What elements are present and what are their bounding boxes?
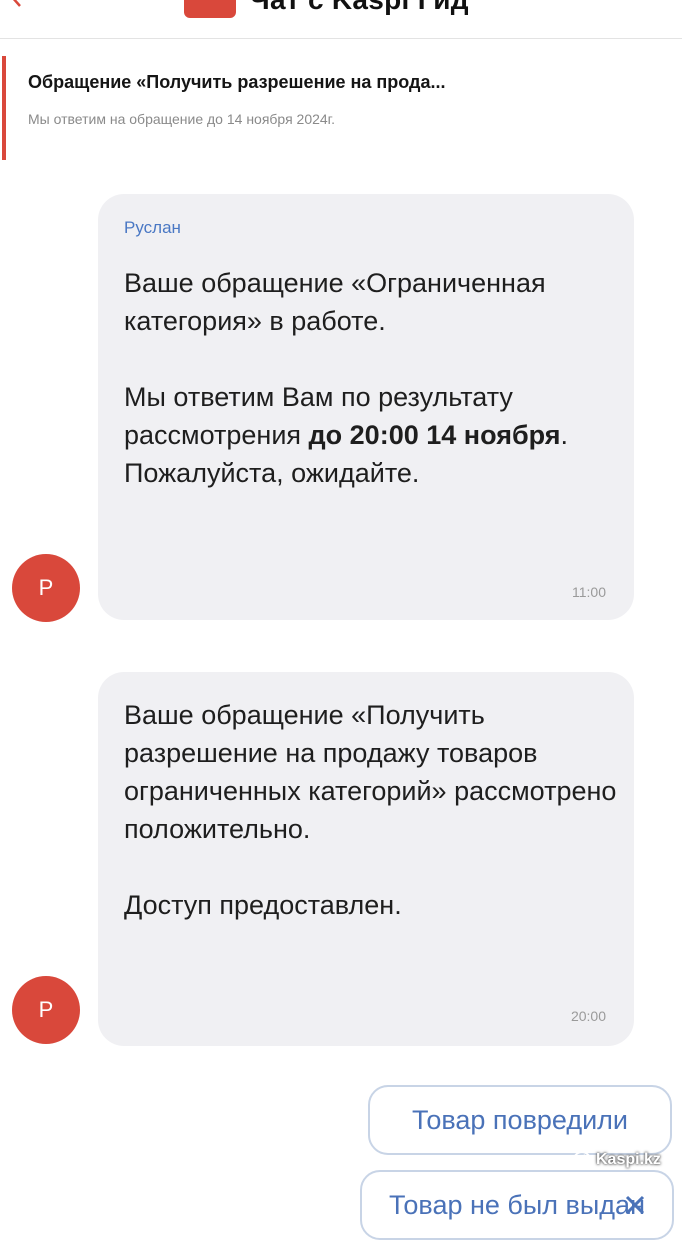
- quick-reply-label: Товар не был выдан: [389, 1189, 645, 1220]
- kaspi-watermark: Kaspi.kz: [572, 1150, 661, 1170]
- message-paragraph: Ваше обращение «Получить разрешение на п…: [124, 700, 617, 844]
- watermark-text: Kaspi.kz: [596, 1151, 661, 1168]
- message-paragraph: Ваше обращение «Ограниченная категория» …: [124, 268, 546, 336]
- message-text: Ваше обращение «Ограниченная категория» …: [124, 264, 624, 492]
- message-paragraph: Мы ответим Вам по результату рассмотрени…: [124, 382, 569, 450]
- message-paragraph: Доступ предоставлен.: [124, 890, 402, 920]
- message-paragraph: Пожалуйста, ожидайте.: [124, 458, 420, 488]
- kaspi-logo-icon: [573, 1151, 591, 1169]
- top-bar: Чат с Kaspi Гид: [0, 0, 682, 39]
- message-time: 20:00: [570, 1008, 606, 1024]
- appeal-deadline: Мы ответим на обращение до 14 ноября 202…: [28, 111, 335, 127]
- message-time: 11:00: [572, 584, 606, 600]
- chat-title: Чат с Kaspi Гид: [250, 0, 469, 16]
- avatar: Р: [12, 554, 80, 622]
- avatar: Р: [12, 976, 80, 1044]
- quick-reply-button[interactable]: Товар повредили: [368, 1085, 672, 1155]
- appeal-banner[interactable]: Обращение «Получить разрешение на прода.…: [0, 40, 682, 180]
- chat-area[interactable]: Руслан Ваше обращение «Ограниченная кате…: [0, 160, 682, 1240]
- message-bubble: Ваше обращение «Получить разрешение на п…: [98, 672, 634, 1046]
- close-icon[interactable]: [620, 1190, 650, 1220]
- message-bubble: Руслан Ваше обращение «Ограниченная кате…: [98, 194, 634, 620]
- sender-name: Руслан: [124, 218, 181, 237]
- message-text: Ваше обращение «Получить разрешение на п…: [124, 696, 624, 924]
- deadline-bold: до 20:00 14 ноября: [308, 420, 561, 450]
- arrow-back-icon[interactable]: [6, 0, 28, 8]
- quick-reply-button[interactable]: Товар не был выдан: [360, 1170, 674, 1240]
- appeal-title: Обращение «Получить разрешение на прода.…: [28, 72, 446, 92]
- chat-bubble-icon: [184, 0, 236, 18]
